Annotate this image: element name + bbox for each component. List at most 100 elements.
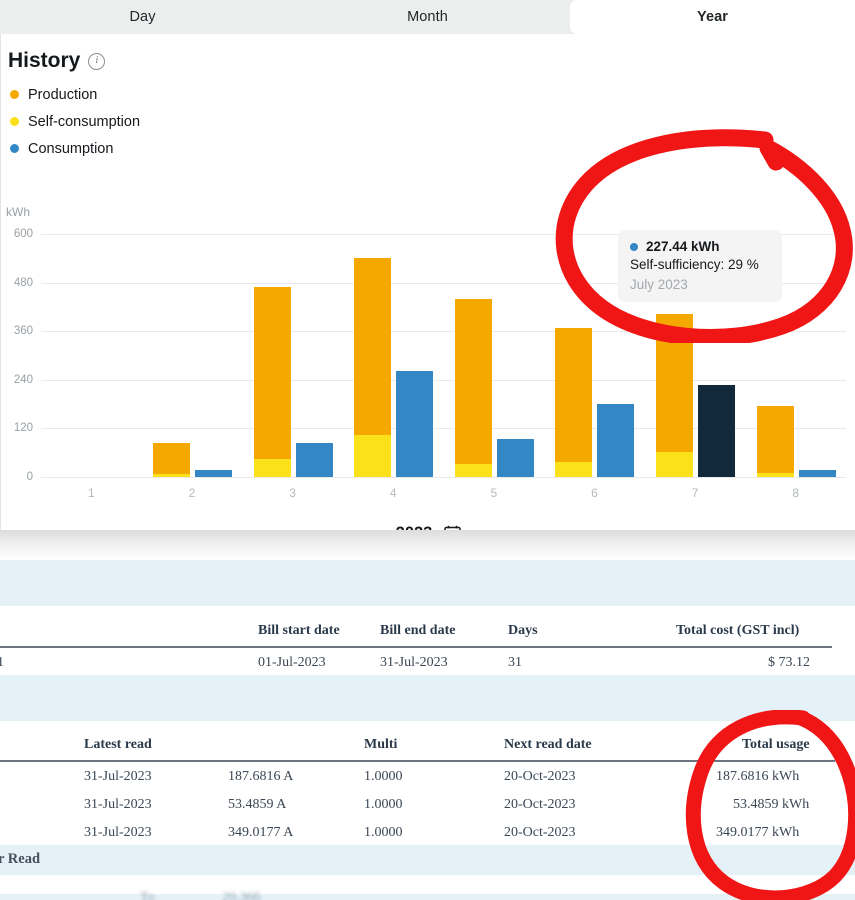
bill-header-days: Days [508, 623, 538, 638]
x-axis-tick-3: 3 [289, 486, 296, 500]
y-axis-unit: kWh [6, 205, 30, 219]
bar-production-6[interactable] [555, 327, 593, 477]
info-icon[interactable]: i [88, 52, 106, 70]
tab-month[interactable]: Month [285, 0, 570, 34]
tooltip-series-dot [630, 242, 638, 251]
reads-cell-multi-1: 1.0000 [364, 797, 403, 812]
legend-dot-self-consumption [10, 117, 19, 126]
legend-label-production: Production [28, 86, 98, 103]
legend-dot-consumption [10, 144, 19, 153]
y-axis-tick: 240 [13, 373, 33, 386]
page-title: History [8, 49, 81, 72]
bar-consumption-5[interactable] [496, 438, 534, 477]
band-section [0, 845, 855, 875]
footer-partial-label: To [140, 890, 155, 900]
period-tab-bar: Day Month Year [0, 0, 855, 34]
legend-item-production[interactable]: Production [10, 81, 140, 108]
bar-self-consumption-4[interactable] [354, 435, 392, 477]
bill-header-rule [0, 646, 832, 648]
gridline: 240 [14, 374, 846, 386]
bar-consumption-7[interactable] [698, 384, 736, 477]
y-axis-tick: 120 [13, 422, 33, 435]
bill-header-end-date: Bill end date [380, 623, 456, 638]
reads-cell-multi-0: 1.0000 [364, 769, 403, 784]
band-top [0, 560, 855, 606]
tooltip-value: 227.44 kWh [646, 239, 720, 254]
chart-legend: Production Self-consumption Consumption [10, 81, 140, 162]
reads-cell-latest-0: 31-Jul-2023 [84, 769, 152, 784]
bill-header-start-date: Bill start date [258, 623, 340, 638]
reads-cell-read-0: 187.6816 A [228, 769, 294, 784]
reads-cell-usage-2: 349.0177 kWh [716, 825, 800, 840]
reads-cell-read-1: 53.4859 A [228, 797, 287, 812]
footer-partial-value: 20.366 [222, 890, 261, 900]
bar-self-consumption-8[interactable] [756, 472, 794, 477]
gridline: 0 [27, 471, 846, 483]
reads-header-multi: Multi [364, 737, 398, 752]
bar-self-consumption-2[interactable] [152, 473, 190, 477]
x-axis-tick-1: 1 [87, 486, 95, 500]
y-axis-tick: 600 [13, 228, 33, 240]
tab-day[interactable]: Day [0, 0, 285, 34]
reads-header-next-read: Next read date [504, 737, 592, 752]
reads-cell-multi-2: 1.0000 [364, 825, 403, 840]
band-bottom [0, 894, 855, 900]
history-chart-card: History i Production Self-consumption Co… [0, 34, 855, 542]
reads-cell-read-2: 349.0177 A [228, 825, 294, 840]
y-axis-tick: 360 [13, 325, 33, 338]
bill-document: Bill start date Bill end date Days Total… [0, 560, 855, 900]
tooltip-value-row: 227.44 kWh [630, 239, 770, 254]
x-axis-tick-6: 6 [591, 486, 598, 500]
reads-header-rule [0, 760, 835, 762]
bar-production-3[interactable] [253, 286, 291, 477]
tooltip-period: July 2023 [630, 277, 688, 292]
reads-cell-usage-0: 187.6816 kWh [716, 769, 800, 784]
reads-header-total-usage: Total usage [742, 737, 810, 752]
legend-dot-production [10, 90, 19, 99]
gridline: 360 [14, 325, 846, 337]
panel-divider-strip [0, 530, 855, 560]
x-axis-tick-8: 8 [792, 486, 800, 500]
y-axis-tick: 0 [26, 471, 33, 483]
bar-consumption-8[interactable] [798, 469, 836, 477]
legend-label-consumption: Consumption [28, 140, 114, 157]
bar-consumption-6[interactable] [597, 404, 635, 477]
band-middle [0, 675, 855, 721]
bar-production-5[interactable] [454, 298, 492, 477]
bar-self-consumption-6[interactable] [555, 462, 593, 477]
bill-header-total-cost: Total cost (GST incl) [676, 623, 800, 638]
reads-cell-next-1: 20-Oct-2023 [504, 797, 576, 812]
reads-cell-next-2: 20-Oct-2023 [504, 825, 576, 840]
bar-self-consumption-7[interactable] [656, 451, 694, 477]
bill-cell-start: 01-Jul-2023 [258, 655, 326, 670]
bar-consumption-2[interactable] [194, 469, 232, 477]
reads-header-latest-read: Latest read [84, 737, 152, 752]
bill-cell-cost: $ 73.12 [768, 655, 810, 670]
bill-row-number: 1 [0, 655, 4, 670]
x-axis-tick-5: 5 [490, 486, 498, 500]
bar-production-8[interactable] [756, 406, 794, 477]
history-header: History i [8, 49, 106, 73]
bar-consumption-3[interactable] [295, 442, 333, 477]
bill-cell-end: 31-Jul-2023 [380, 655, 448, 670]
legend-label-self-consumption: Self-consumption [28, 113, 141, 130]
bar-self-consumption-3[interactable] [253, 458, 291, 477]
legend-item-consumption[interactable]: Consumption [10, 135, 140, 162]
x-axis-labels: 1 2 3 4 5 6 7 8 [41, 486, 846, 506]
tooltip-self-sufficiency: Self-sufficiency: 29 % [630, 257, 759, 272]
x-axis-tick-2: 2 [188, 486, 196, 500]
y-axis-tick: 480 [13, 276, 33, 289]
reads-cell-next-0: 20-Oct-2023 [504, 769, 576, 784]
bar-self-consumption-5[interactable] [454, 464, 492, 477]
bar-consumption-4[interactable] [396, 370, 434, 477]
tab-year[interactable]: Year [570, 0, 855, 34]
x-axis-tick-7: 7 [691, 486, 699, 500]
reads-cell-latest-2: 31-Jul-2023 [84, 825, 152, 840]
bill-cell-days: 31 [508, 655, 522, 670]
legend-item-self-consumption[interactable]: Self-consumption [10, 108, 140, 135]
bar-production-2[interactable] [152, 443, 190, 477]
x-axis-tick-4: 4 [389, 486, 397, 500]
chart-tooltip: 227.44 kWh Self-sufficiency: 29 % July 2… [618, 230, 782, 302]
meter-read-section-label: r Read [0, 851, 41, 867]
reads-cell-usage-1: 53.4859 kWh [733, 797, 810, 812]
